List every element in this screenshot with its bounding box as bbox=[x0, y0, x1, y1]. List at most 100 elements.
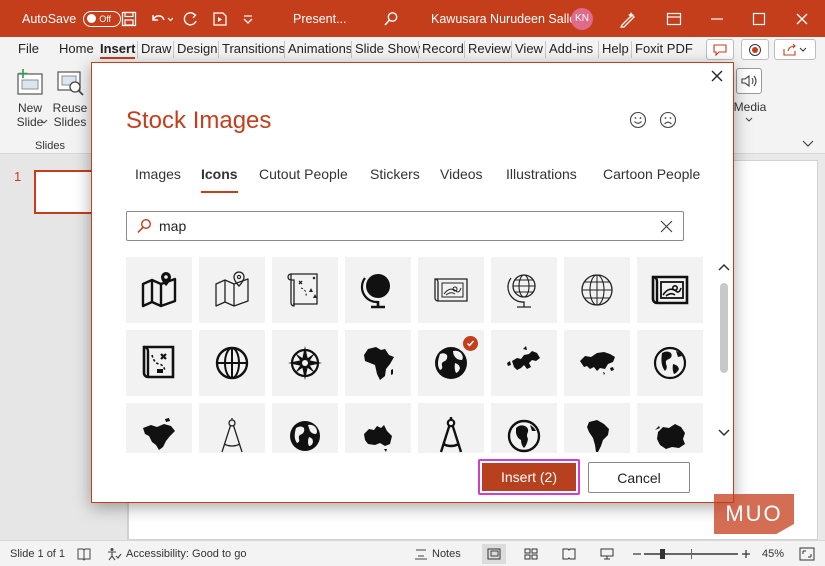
icon-result-antarctica[interactable] bbox=[637, 403, 703, 453]
icon-result-earth-selected[interactable] bbox=[418, 330, 484, 396]
media-button[interactable]: Media bbox=[730, 100, 770, 114]
icon-result-earth-americas[interactable] bbox=[637, 330, 703, 396]
tab-illustrations[interactable]: Illustrations bbox=[506, 166, 577, 182]
customize-toolbar-icon[interactable] bbox=[242, 0, 254, 37]
audio-icon[interactable] bbox=[736, 68, 762, 94]
icon-result-globe-outline[interactable] bbox=[564, 257, 630, 323]
notes-button[interactable]: Notes bbox=[414, 541, 461, 566]
present-from-start-icon[interactable] bbox=[212, 0, 228, 37]
insert-button[interactable]: Insert (2) bbox=[478, 459, 580, 495]
icon-result-topographic-map-outline[interactable] bbox=[418, 257, 484, 323]
tab-home[interactable]: Home bbox=[59, 41, 94, 56]
save-icon[interactable] bbox=[121, 0, 137, 37]
frown-feedback-icon[interactable] bbox=[659, 111, 677, 129]
designer-pen-icon[interactable] bbox=[618, 0, 638, 37]
dialog-close-icon[interactable] bbox=[710, 69, 724, 83]
tab-review[interactable]: Review bbox=[468, 41, 511, 56]
tab-add-ins[interactable]: Add-ins bbox=[549, 41, 593, 56]
window-close-icon[interactable] bbox=[795, 0, 809, 37]
south-america-icon bbox=[587, 420, 609, 452]
icon-result-australia[interactable] bbox=[345, 403, 411, 453]
minimize-icon[interactable] bbox=[710, 0, 724, 37]
zoom-slider[interactable] bbox=[644, 541, 738, 566]
tab-stickers[interactable]: Stickers bbox=[370, 166, 420, 182]
normal-view-button[interactable] bbox=[482, 541, 506, 566]
results-scrollbar[interactable] bbox=[717, 257, 731, 443]
smile-feedback-icon[interactable] bbox=[629, 111, 647, 129]
zoom-slider-thumb[interactable] bbox=[660, 549, 665, 559]
icon-result-drafting-compass-outline[interactable] bbox=[199, 403, 265, 453]
reading-view-button[interactable] bbox=[562, 541, 576, 566]
tab-icons[interactable]: Icons bbox=[201, 166, 238, 193]
scroll-down-icon[interactable] bbox=[718, 429, 730, 437]
tab-animations[interactable]: Animations bbox=[288, 41, 352, 56]
user-avatar[interactable]: KN bbox=[571, 0, 593, 37]
chevron-down-icon[interactable] bbox=[745, 117, 753, 123]
fit-window-icon bbox=[799, 547, 815, 561]
icon-result-folded-map-pin-outline[interactable] bbox=[199, 257, 265, 323]
icon-result-eurasia[interactable] bbox=[564, 330, 630, 396]
comments-button[interactable] bbox=[706, 39, 734, 60]
autosave-toggle[interactable]: Off bbox=[83, 10, 122, 27]
tab-design[interactable]: Design bbox=[177, 41, 217, 56]
tab-view[interactable]: View bbox=[515, 41, 543, 56]
slide-thumbnail[interactable] bbox=[34, 170, 96, 214]
icon-result-south-america[interactable] bbox=[564, 403, 630, 453]
maximize-icon[interactable] bbox=[752, 0, 766, 37]
icon-result-globe-stand-outline[interactable] bbox=[491, 257, 557, 323]
icon-result-compass-rose[interactable] bbox=[272, 330, 338, 396]
tab-insert[interactable]: Insert bbox=[100, 41, 136, 59]
tab-foxit-pdf[interactable]: Foxit PDF bbox=[635, 41, 693, 56]
icon-result-globe-grid[interactable] bbox=[199, 330, 265, 396]
ribbon-display-icon[interactable] bbox=[666, 0, 682, 37]
spelling-check-icon[interactable] bbox=[76, 541, 92, 566]
scroll-thumb[interactable] bbox=[720, 283, 728, 373]
tab-cartoon-people[interactable]: Cartoon People bbox=[603, 166, 700, 182]
zoom-out-button[interactable] bbox=[632, 541, 642, 566]
icon-result-folded-map-pin[interactable] bbox=[126, 257, 192, 323]
zoom-level[interactable]: 45% bbox=[762, 541, 784, 566]
tab-images[interactable]: Images bbox=[135, 166, 181, 182]
icon-result-desk-globe[interactable] bbox=[345, 257, 411, 323]
tab-divider bbox=[545, 41, 546, 58]
icon-result-topographic-map[interactable] bbox=[637, 257, 703, 323]
reuse-slides-icon[interactable] bbox=[55, 68, 85, 96]
icon-result-earth-africa[interactable] bbox=[491, 403, 557, 453]
zoom-in-button[interactable] bbox=[741, 541, 751, 566]
autosave-control[interactable]: AutoSave Off bbox=[22, 0, 122, 37]
fit-to-window-button[interactable] bbox=[799, 541, 815, 566]
tab-file[interactable]: File bbox=[18, 41, 39, 56]
avatar: KN bbox=[571, 7, 593, 30]
chevron-down-icon[interactable] bbox=[40, 119, 48, 125]
icon-result-africa[interactable] bbox=[345, 330, 411, 396]
tab-draw[interactable]: Draw bbox=[141, 41, 171, 56]
accessibility-status[interactable]: Accessibility: Good to go bbox=[106, 541, 246, 566]
icon-result-north-america[interactable] bbox=[126, 403, 192, 453]
icon-result-treasure-map-scroll[interactable] bbox=[272, 257, 338, 323]
slide-show-button[interactable] bbox=[600, 541, 614, 566]
icon-result-drafting-compass[interactable] bbox=[418, 403, 484, 453]
tab-record[interactable]: Record bbox=[422, 41, 464, 56]
tab-slide-show[interactable]: Slide Show bbox=[355, 41, 420, 56]
redo-icon[interactable] bbox=[183, 0, 199, 37]
share-button[interactable] bbox=[774, 39, 816, 60]
icon-result-europe[interactable] bbox=[491, 330, 557, 396]
scroll-up-icon[interactable] bbox=[718, 263, 730, 271]
slide-sorter-button[interactable] bbox=[524, 541, 538, 566]
topographic-map-icon bbox=[651, 275, 689, 305]
record-button[interactable] bbox=[741, 39, 769, 60]
search-icon[interactable] bbox=[383, 0, 399, 37]
tab-transitions[interactable]: Transitions bbox=[222, 41, 285, 56]
tab-cutout-people[interactable]: Cutout People bbox=[259, 166, 348, 182]
tab-help[interactable]: Help bbox=[602, 41, 629, 56]
tab-videos[interactable]: Videos bbox=[440, 166, 483, 182]
new-slide-icon[interactable] bbox=[16, 68, 46, 96]
cancel-button[interactable]: Cancel bbox=[588, 462, 690, 493]
collapse-ribbon-icon[interactable] bbox=[802, 140, 814, 148]
undo-icon[interactable] bbox=[149, 0, 173, 37]
reuse-slides-button[interactable]: Reuse Slides bbox=[50, 101, 90, 129]
search-input[interactable] bbox=[159, 217, 639, 235]
clear-search-icon[interactable] bbox=[660, 220, 673, 233]
icon-result-treasure-map-x[interactable] bbox=[126, 330, 192, 396]
icon-result-earth[interactable] bbox=[272, 403, 338, 453]
